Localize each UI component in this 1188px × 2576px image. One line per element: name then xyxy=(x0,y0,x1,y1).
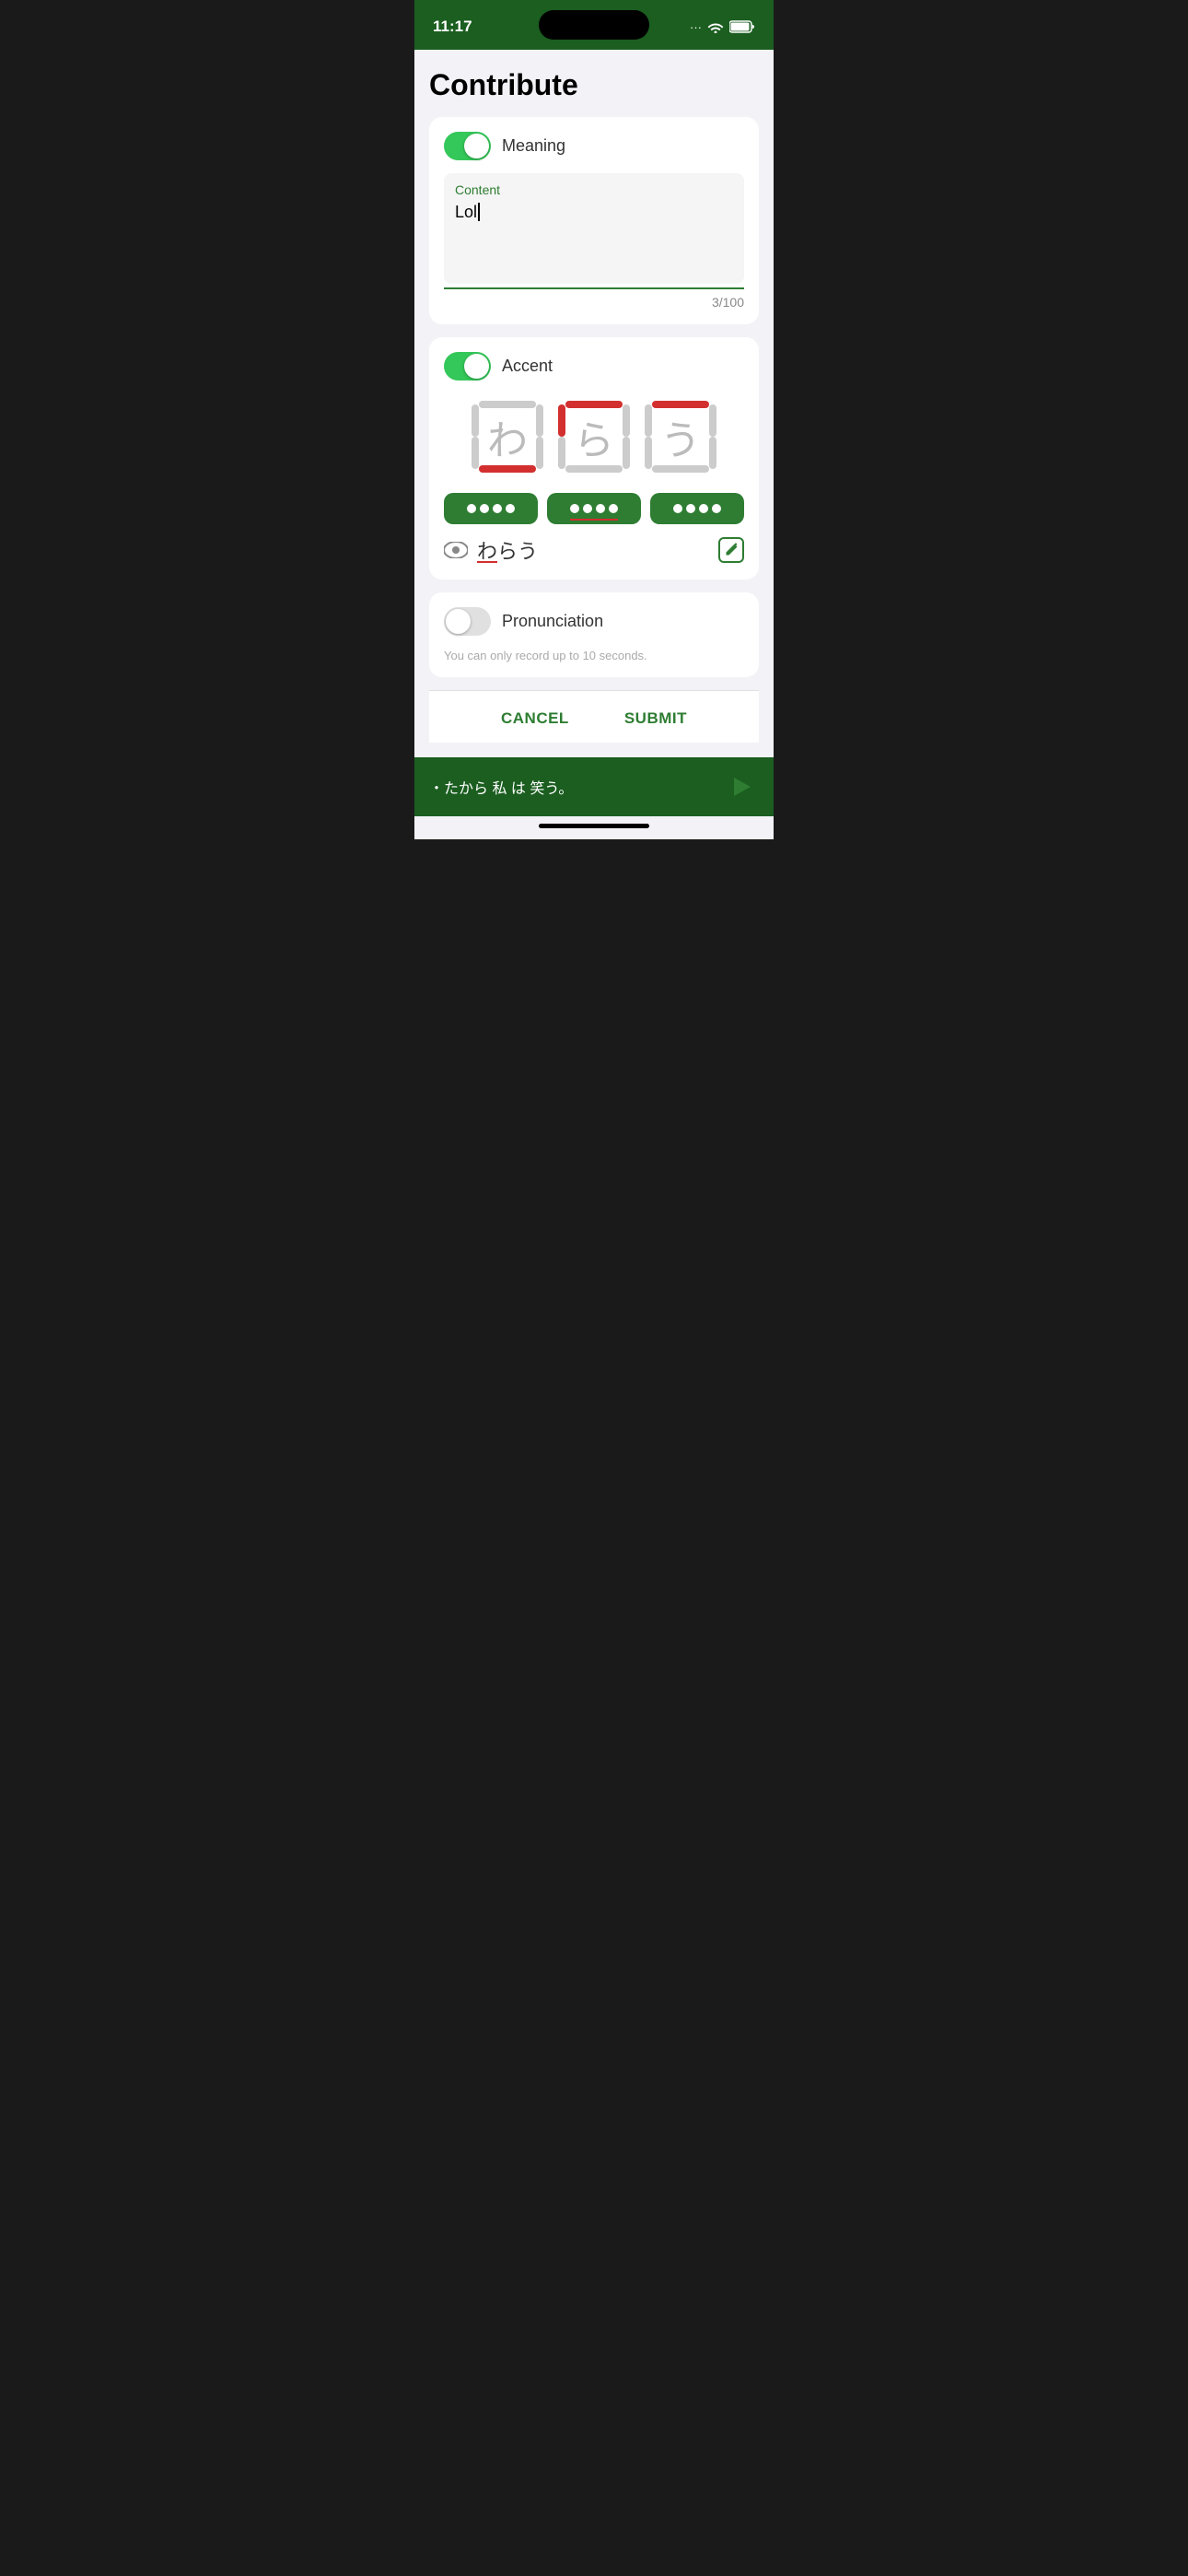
kana-u: う xyxy=(660,407,701,466)
char-count: 3/100 xyxy=(444,295,744,310)
seg-right-top-u xyxy=(709,404,716,437)
battery-icon xyxy=(729,20,755,33)
seg-left-top-ra xyxy=(558,404,565,437)
seg-right-bottom-u xyxy=(709,437,716,469)
kana-box-u: う xyxy=(639,395,722,478)
seg-bottom-u xyxy=(652,465,709,473)
content-label: Content xyxy=(455,182,733,197)
accent-display: わ ら xyxy=(444,395,744,478)
seg-right-top-ra xyxy=(623,404,630,437)
accent-toggle[interactable] xyxy=(444,352,491,381)
content-field[interactable]: Content Lol xyxy=(444,173,744,284)
status-bar: 11:17 ··· xyxy=(414,0,774,50)
home-bar xyxy=(539,824,649,828)
seg-left-bottom-ra xyxy=(558,437,565,469)
seg-right-top-wa xyxy=(536,404,543,437)
main-content: Contribute Meaning Content Lol 3/100 xyxy=(414,50,774,757)
pronunciation-card: Pronunciation You can only record up to … xyxy=(429,592,759,677)
accent-btn-3[interactable] xyxy=(650,493,744,524)
kana-box-wa: わ xyxy=(466,395,549,478)
preview-left: わらう xyxy=(444,535,538,565)
bottom-sentence: ・たから 私 は 笑う。 xyxy=(429,776,573,798)
kana-box-ra: ら xyxy=(553,395,635,478)
preview-kana: わらう xyxy=(477,535,538,565)
preview-kana-rest: らう xyxy=(497,535,538,565)
accent-card: Accent わ xyxy=(429,337,759,580)
kana-wa: わ xyxy=(487,407,528,466)
wifi-icon xyxy=(707,20,724,33)
seg-left-bottom-u xyxy=(645,437,652,469)
pronunciation-note: You can only record up to 10 seconds. xyxy=(444,649,744,662)
accent-toggle-row: Accent xyxy=(444,352,744,381)
meaning-card: Meaning Content Lol 3/100 xyxy=(429,117,759,324)
cancel-button[interactable]: CANCEL xyxy=(501,709,569,728)
seg-left-top-u xyxy=(645,404,652,437)
content-value[interactable]: Lol xyxy=(455,203,733,222)
play-button[interactable] xyxy=(726,770,759,803)
meaning-toggle[interactable] xyxy=(444,132,491,160)
pronunciation-toggle[interactable] xyxy=(444,607,491,636)
accent-buttons xyxy=(444,493,744,524)
pronunciation-toggle-knob xyxy=(446,609,471,634)
kana-char-u[interactable]: う xyxy=(639,395,722,478)
bottom-actions: CANCEL SUBMIT xyxy=(429,690,759,743)
meaning-toggle-knob xyxy=(464,134,489,158)
kana-char-ra[interactable]: ら xyxy=(553,395,635,478)
meaning-toggle-label: Meaning xyxy=(502,136,565,156)
seg-left-top-wa xyxy=(472,404,479,437)
edit-button[interactable] xyxy=(718,537,744,563)
home-indicator xyxy=(414,816,774,839)
preview-row: わらう xyxy=(444,535,744,565)
accent-toggle-label: Accent xyxy=(502,357,553,376)
accent-btn-2[interactable] xyxy=(547,493,641,524)
meaning-toggle-row: Meaning xyxy=(444,132,744,160)
seg-bottom-wa xyxy=(479,465,536,473)
accent-btn-2-underline xyxy=(570,519,618,521)
accent-btn-1[interactable] xyxy=(444,493,538,524)
accent-toggle-knob xyxy=(464,354,489,379)
seg-bottom-ra xyxy=(565,465,623,473)
seg-right-bottom-wa xyxy=(536,437,543,469)
signal-icon: ··· xyxy=(690,20,702,34)
bottom-bar: ・たから 私 は 笑う。 xyxy=(414,757,774,816)
text-cursor xyxy=(478,203,480,221)
submit-button[interactable]: SUBMIT xyxy=(624,709,687,728)
page-title: Contribute xyxy=(429,50,759,117)
pronunciation-toggle-label: Pronunciation xyxy=(502,612,603,631)
kana-ra: ら xyxy=(574,407,614,466)
kana-char-wa[interactable]: わ xyxy=(466,395,549,478)
play-icon xyxy=(734,778,751,796)
field-underline xyxy=(444,287,744,289)
pronunciation-toggle-row: Pronunciation xyxy=(444,607,744,636)
seg-left-bottom-wa xyxy=(472,437,479,469)
preview-kana-underline: わ xyxy=(477,535,497,565)
seg-right-bottom-ra xyxy=(623,437,630,469)
status-time: 11:17 xyxy=(433,18,472,36)
eye-icon xyxy=(444,542,468,558)
camera-pill xyxy=(539,10,649,40)
status-icons: ··· xyxy=(690,20,755,34)
